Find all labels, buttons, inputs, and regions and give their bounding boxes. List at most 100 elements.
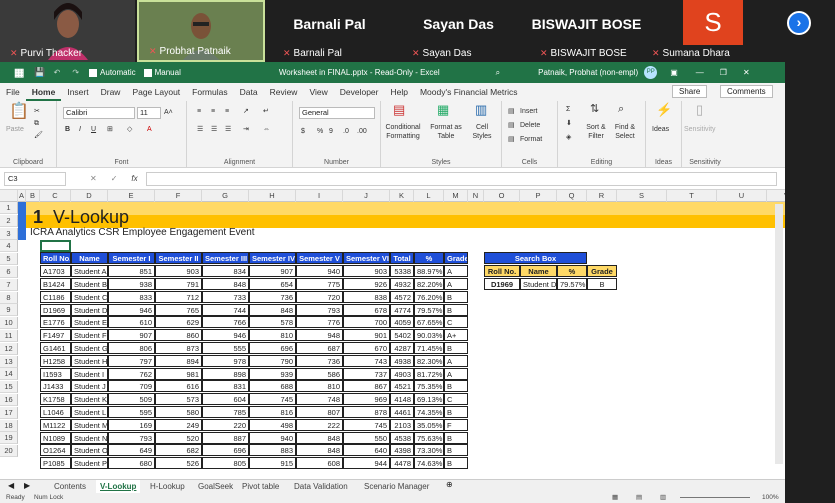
percent-icon[interactable]: % (317, 127, 323, 136)
font-size-select[interactable]: 11 (137, 107, 161, 119)
find-select-button[interactable]: Find & Select (612, 123, 638, 141)
table-cell[interactable]: 4774 (390, 303, 414, 316)
ideas-button[interactable]: Ideas (652, 125, 669, 134)
table-cell[interactable]: B (444, 444, 468, 457)
table-cell[interactable]: 907 (249, 265, 296, 278)
table-cell[interactable]: 944 (343, 457, 390, 470)
table-cell[interactable]: Student D (71, 303, 108, 316)
table-cell[interactable]: 775 (296, 278, 343, 290)
cancel-formula-icon[interactable]: ✕ (90, 174, 97, 183)
cut-icon[interactable]: ✂ (34, 107, 40, 116)
table-header[interactable]: Name (71, 252, 108, 265)
row-header[interactable]: 14 (0, 368, 18, 381)
table-cell[interactable]: 736 (249, 290, 296, 303)
table-cell[interactable]: 81.72% (414, 367, 444, 380)
delete-button[interactable]: Delete (520, 121, 540, 130)
next-sheet-icon[interactable]: ▶ (24, 481, 30, 490)
table-cell[interactable]: G1461 (40, 342, 71, 354)
table-cell[interactable]: Student L (71, 406, 108, 418)
table-cell[interactable]: B (444, 342, 468, 354)
table-cell[interactable]: 4932 (390, 278, 414, 290)
cell-styles-button[interactable]: Cell Styles (467, 123, 497, 141)
table-cell[interactable]: 222 (296, 418, 343, 431)
minimize-icon[interactable]: — (696, 68, 704, 77)
table-cell[interactable]: 75.35% (414, 380, 444, 393)
table-cell[interactable]: M1122 (40, 418, 71, 431)
table-cell[interactable]: 873 (155, 342, 202, 354)
table-cell[interactable]: 981 (155, 367, 202, 380)
column-header[interactable]: S (617, 190, 667, 202)
table-cell[interactable]: 2103 (390, 418, 414, 431)
table-cell[interactable]: 69.13% (414, 393, 444, 406)
table-cell[interactable]: O1264 (40, 444, 71, 457)
table-cell[interactable]: 948 (296, 329, 343, 342)
search-box-value[interactable]: B (587, 278, 617, 290)
fill-icon[interactable]: ⬇ (566, 119, 572, 128)
normal-view-icon[interactable]: ▦ (612, 493, 618, 501)
copy-icon[interactable]: ⧉ (34, 119, 39, 128)
table-cell[interactable]: 867 (343, 380, 390, 393)
participant-tile-3[interactable]: Barnali Pal ✕ Barnali Pal (267, 0, 392, 62)
table-cell[interactable]: F1497 (40, 329, 71, 342)
table-cell[interactable]: Student B (71, 278, 108, 290)
table-cell[interactable]: 76.20% (414, 290, 444, 303)
table-header[interactable]: Semester VI (343, 252, 390, 265)
table-cell[interactable]: 712 (155, 290, 202, 303)
table-cell[interactable]: I1593 (40, 367, 71, 380)
table-header[interactable]: Roll No. (40, 252, 71, 265)
participant-tile-1[interactable]: ✕ Purvi Thacker (0, 0, 135, 62)
table-cell[interactable]: B (444, 303, 468, 316)
clear-icon[interactable]: ◈ (566, 133, 571, 142)
tab-moody-s-financial-metrics[interactable]: Moody's Financial Metrics (414, 83, 524, 101)
table-cell[interactable]: 903 (155, 265, 202, 278)
table-cell[interactable]: C (444, 393, 468, 406)
table-cell[interactable]: 745 (343, 418, 390, 431)
table-cell[interactable]: 680 (108, 457, 155, 470)
zoom-slider[interactable] (680, 497, 750, 498)
search-icon[interactable]: ⌕ (496, 68, 500, 78)
tab-home[interactable]: Home (25, 83, 62, 101)
participant-tile-5[interactable]: BISWAJIT BOSE ✕ BISWAJIT BOSE (524, 0, 649, 62)
format-icon[interactable]: ▤ (508, 135, 515, 144)
table-cell[interactable]: 5402 (390, 329, 414, 342)
orientation-icon[interactable]: ↗ (243, 107, 249, 116)
find-select-icon[interactable]: ⌕ (618, 104, 624, 115)
table-cell[interactable]: 898 (202, 367, 249, 380)
sort-filter-button[interactable]: Sort & Filter (584, 123, 608, 141)
row-header[interactable]: 12 (0, 342, 18, 355)
table-cell[interactable]: 831 (202, 380, 249, 393)
delete-icon[interactable]: ▤ (508, 121, 515, 130)
table-cell[interactable]: 4572 (390, 290, 414, 303)
chevron-right-icon[interactable]: › (787, 11, 811, 35)
row-header[interactable]: 11 (0, 330, 18, 342)
font-name-select[interactable]: Calibri (63, 107, 135, 119)
table-cell[interactable]: 806 (108, 342, 155, 354)
cell-styles-icon[interactable]: ▥ (475, 103, 487, 116)
tab-draw[interactable]: Draw (95, 83, 127, 101)
column-header[interactable]: N (468, 190, 484, 202)
table-cell[interactable]: 82.20% (414, 278, 444, 290)
sheet-tab[interactable]: Data Validation (290, 480, 352, 494)
table-cell[interactable]: 848 (296, 444, 343, 457)
insert-button[interactable]: Insert (520, 107, 538, 116)
manual-checkbox[interactable] (143, 68, 152, 77)
table-cell[interactable]: 35.05% (414, 418, 444, 431)
table-cell[interactable]: 687 (296, 342, 343, 354)
column-header[interactable]: J (343, 190, 390, 202)
participant-tile-6[interactable]: S ✕ Sumana Dhara (652, 0, 777, 62)
column-header[interactable]: F (155, 190, 202, 202)
table-cell[interactable]: 90.03% (414, 329, 444, 342)
comma-icon[interactable]: 9 (329, 127, 333, 136)
table-cell[interactable]: 580 (155, 406, 202, 418)
table-cell[interactable]: 74.63% (414, 457, 444, 470)
row-header[interactable]: 20 (0, 445, 18, 458)
borders-icon[interactable]: ⊞ (107, 125, 113, 134)
table-cell[interactable]: 4938 (390, 354, 414, 367)
tab-formulas[interactable]: Formulas (186, 83, 233, 101)
table-cell[interactable]: 220 (202, 418, 249, 431)
redo-icon[interactable]: ↷ (72, 68, 79, 77)
table-cell[interactable]: 649 (108, 444, 155, 457)
select-all-corner[interactable] (0, 190, 18, 202)
search-box-header[interactable]: Grade (587, 265, 617, 278)
table-cell[interactable]: 604 (202, 393, 249, 406)
